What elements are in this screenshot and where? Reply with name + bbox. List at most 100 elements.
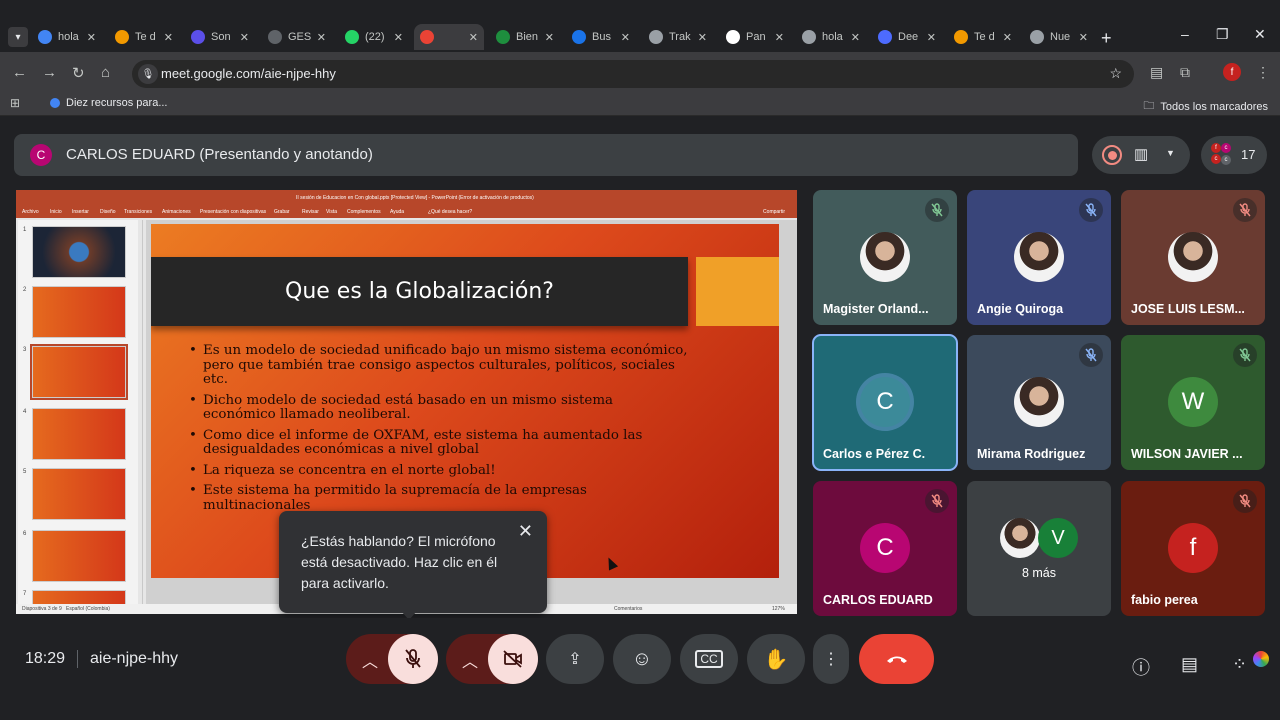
ribbon-tab[interactable]: Vista xyxy=(326,209,337,215)
tab-close-icon[interactable]: ✕ xyxy=(851,31,860,44)
browser-tab[interactable]: Son ✕ xyxy=(185,26,255,48)
camera-toggle-button[interactable] xyxy=(488,634,538,684)
tab-close-icon[interactable]: ✕ xyxy=(775,31,784,44)
home-icon[interactable]: ⌂ xyxy=(101,64,110,81)
document-icon[interactable]: ▤ xyxy=(1150,64,1163,81)
tab-close-icon[interactable]: ✕ xyxy=(1003,31,1012,44)
ribbon-tab[interactable]: Complementos xyxy=(347,209,381,215)
browser-tab[interactable]: Trak ✕ xyxy=(643,26,713,48)
mic-options-chevron-icon[interactable]: ︿ xyxy=(362,648,378,672)
profile-avatar[interactable]: f xyxy=(1223,63,1241,81)
participant-tile[interactable]: V 8 más xyxy=(967,481,1111,616)
browser-tab[interactable]: GES ✕ xyxy=(262,26,332,48)
ribbon-tab[interactable]: Insertar xyxy=(72,209,89,215)
ribbon-tab[interactable]: Presentación con diapositivas xyxy=(200,209,266,215)
chat-icon[interactable]: ▤ xyxy=(1181,654,1198,675)
close-icon[interactable]: ✕ xyxy=(518,521,533,542)
slide-thumbnail[interactable]: 5 xyxy=(23,468,126,520)
raise-hand-button[interactable]: ✋ xyxy=(747,634,805,684)
forward-icon[interactable]: → xyxy=(42,64,57,81)
mic-toggle-button[interactable] xyxy=(388,634,438,684)
participant-tile[interactable]: C Carlos e Pérez C. xyxy=(812,334,958,471)
activities-icon[interactable]: ⁘ xyxy=(1232,654,1247,675)
ribbon-tab[interactable]: Archivo xyxy=(22,209,39,215)
tab-close-icon[interactable]: ✕ xyxy=(240,31,249,44)
bookmark-item[interactable]: Diez recursos para... xyxy=(50,97,167,109)
camera-options-chevron-icon[interactable]: ︿ xyxy=(462,648,478,672)
slide-accent-block xyxy=(696,257,779,326)
tab-close-icon[interactable]: ✕ xyxy=(164,31,173,44)
participant-tile[interactable]: f fabio perea xyxy=(1121,481,1265,616)
ribbon-tab[interactable]: Grabar xyxy=(274,209,290,215)
tab-search-button[interactable]: ▾ xyxy=(8,27,28,47)
comments-button[interactable]: Comentarios xyxy=(614,606,642,612)
tab-close-icon[interactable]: ✕ xyxy=(469,31,478,44)
tab-close-icon[interactable]: ✕ xyxy=(1079,31,1088,44)
recording-icon[interactable] xyxy=(1102,145,1122,165)
participant-tile[interactable]: C CARLOS EDUARD xyxy=(813,481,957,616)
tab-close-icon[interactable]: ✕ xyxy=(621,31,630,44)
close-window-button[interactable]: ✕ xyxy=(1254,26,1266,43)
browser-tab[interactable]: Bus ✕ xyxy=(566,26,636,48)
tab-close-icon[interactable]: ✕ xyxy=(87,31,96,44)
browser-tab[interactable]: Nue ✕ xyxy=(1024,26,1094,48)
slide-thumbnail[interactable]: 6 xyxy=(23,530,126,582)
screen-off-icon[interactable]: ▥ xyxy=(1134,145,1148,163)
meeting-info-icon[interactable]: ⓘ xyxy=(1132,654,1150,680)
ribbon-tab[interactable]: Revisar xyxy=(302,209,319,215)
participant-tile[interactable]: Mirama Rodriguez xyxy=(967,335,1111,470)
leave-call-button[interactable] xyxy=(859,634,934,684)
slide-thumbnail[interactable]: 7 xyxy=(23,590,126,604)
slide-thumbnail[interactable]: 3 xyxy=(23,344,128,400)
address-bar[interactable]: 🎙 meet.google.com/aie-njpe-hhy ☆ xyxy=(132,60,1134,88)
browser-tab[interactable]: hola ✕ xyxy=(32,26,102,48)
slide-thumbnail[interactable]: 1 xyxy=(23,226,126,278)
participant-tile[interactable]: Angie Quiroga xyxy=(967,190,1111,325)
chevron-down-icon[interactable]: ▼ xyxy=(1166,148,1175,158)
slide-thumbnail[interactable]: 2 xyxy=(23,286,126,338)
participant-tile[interactable]: W WILSON JAVIER ... xyxy=(1121,335,1265,470)
slide-thumbnail[interactable]: 4 xyxy=(23,408,126,460)
tab-close-icon[interactable]: ✕ xyxy=(394,31,403,44)
browser-tab[interactable]: Te d ✕ xyxy=(948,26,1018,48)
captions-button[interactable]: CC xyxy=(680,634,738,684)
menu-icon[interactable]: ⋮ xyxy=(1256,64,1270,81)
more-options-button[interactable]: ⋮ xyxy=(813,634,849,684)
recording-controls[interactable]: ▥ ▼ xyxy=(1092,136,1190,174)
browser-tab[interactable]: Bien ✕ xyxy=(490,26,560,48)
reactions-button[interactable]: ☺ xyxy=(613,634,671,684)
browser-tab[interactable]: Te d ✕ xyxy=(109,26,179,48)
gemini-icon[interactable] xyxy=(1253,651,1269,667)
tab-close-icon[interactable]: ✕ xyxy=(545,31,554,44)
present-screen-button[interactable]: ⇪ xyxy=(546,634,604,684)
apps-grid-icon[interactable]: ⊞ xyxy=(10,96,20,110)
participant-tile[interactable]: JOSE LUIS LESM... xyxy=(1121,190,1265,325)
restore-button[interactable]: ❐ xyxy=(1216,26,1229,43)
share-button[interactable]: Compartir xyxy=(763,209,785,215)
ribbon-tab[interactable]: Ayuda xyxy=(390,209,404,215)
ribbon-tab[interactable]: Diseño xyxy=(100,209,116,215)
tab-close-icon[interactable]: ✕ xyxy=(927,31,936,44)
browser-tab[interactable]: hola ✕ xyxy=(796,26,866,48)
browser-tab[interactable]: ✕ xyxy=(414,24,484,50)
browser-tab[interactable]: Dee ✕ xyxy=(872,26,942,48)
ribbon-tab[interactable]: Inicio xyxy=(50,209,62,215)
browser-tab[interactable]: Pan ✕ xyxy=(720,26,790,48)
reload-icon[interactable]: ↻ xyxy=(72,64,85,82)
tab-close-icon[interactable]: ✕ xyxy=(317,31,326,44)
ribbon-tab[interactable]: Transiciones xyxy=(124,209,152,215)
extensions-icon[interactable]: ⧉ xyxy=(1180,64,1190,81)
bookmark-star-icon[interactable]: ☆ xyxy=(1109,65,1122,82)
participant-tile[interactable]: Magister Orland... xyxy=(813,190,957,325)
meeting-code: aie-njpe-hhy xyxy=(90,650,179,667)
site-info-icon[interactable]: 🎙 xyxy=(138,64,158,84)
tab-close-icon[interactable]: ✕ xyxy=(698,31,707,44)
ribbon-tab[interactable]: ¿Qué desea hacer? xyxy=(428,209,472,215)
back-icon[interactable]: ← xyxy=(12,64,27,81)
minimize-button[interactable]: – xyxy=(1181,26,1189,42)
ribbon-tab[interactable]: Animaciones xyxy=(162,209,191,215)
all-bookmarks[interactable]: 🗀 Todos los marcadores xyxy=(1143,97,1268,116)
participants-button[interactable]: f c c c 17 xyxy=(1201,136,1267,174)
browser-tab[interactable]: (22) ✕ xyxy=(339,26,409,48)
new-tab-button[interactable]: + xyxy=(1101,28,1112,49)
